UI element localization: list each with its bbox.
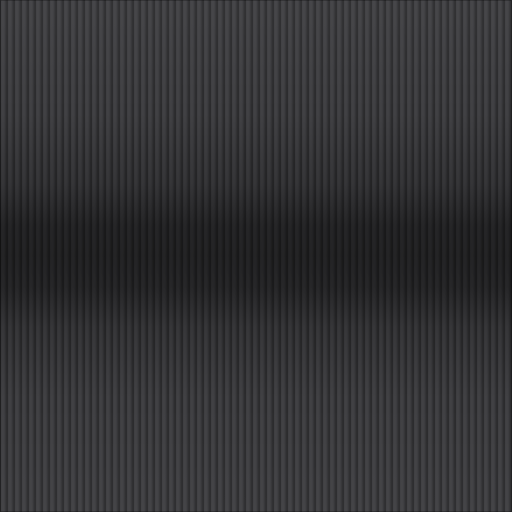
panel-edge xyxy=(0,0,512,512)
ribbed-texture-panel xyxy=(0,0,512,512)
